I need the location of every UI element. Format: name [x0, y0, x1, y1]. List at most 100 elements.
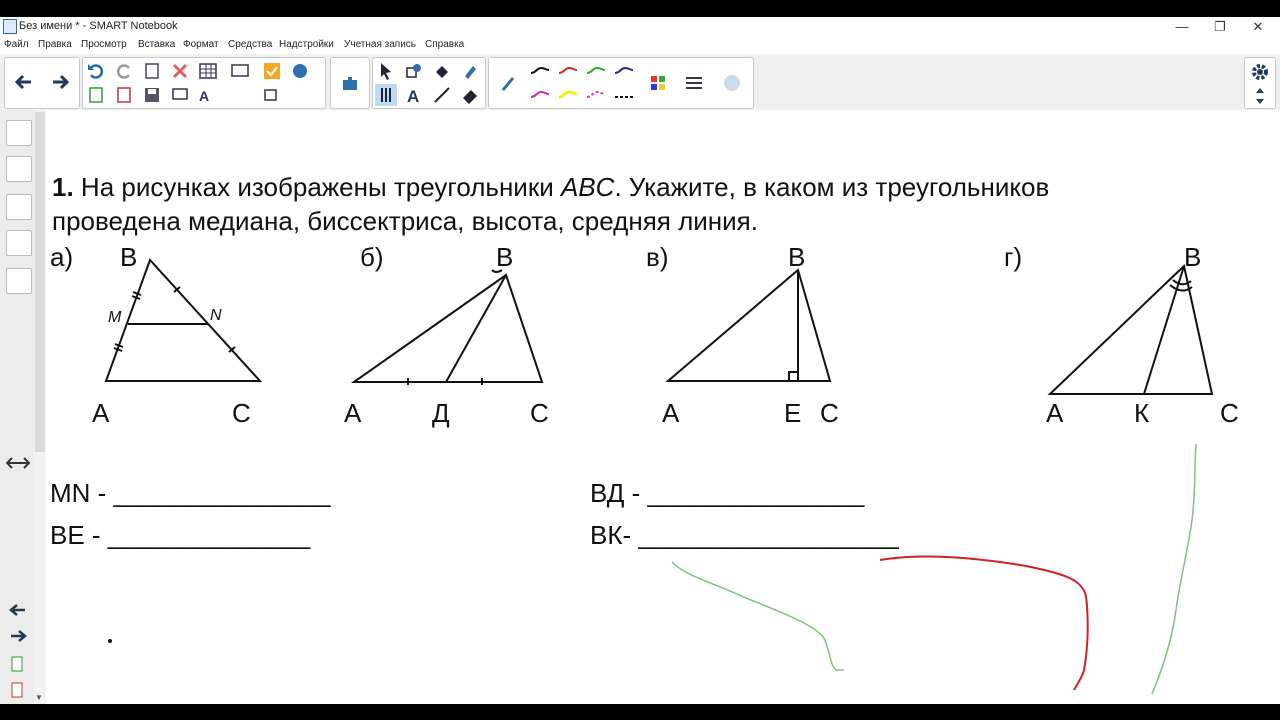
fill-icon[interactable] [431, 60, 453, 82]
figures-layer: а) В А С M N б) В А Д С в) В А Е С г) В … [50, 242, 1239, 695]
answer-bd: ВД - _______________ [590, 478, 865, 508]
fig-a-point-m: M [108, 309, 122, 326]
menu-edit[interactable]: Правка [38, 39, 72, 50]
fig-v-label: в) [646, 242, 668, 272]
restore-icon[interactable]: ❐ [1200, 18, 1240, 36]
select-group: A [372, 57, 486, 109]
eraser-icon[interactable] [459, 84, 481, 106]
fig-g-vertex-b: В [1184, 242, 1201, 272]
fig-b-vertex-c: С [530, 398, 549, 428]
menu-file[interactable]: Файл [4, 39, 29, 50]
delete-icon[interactable] [169, 60, 191, 82]
menu-account[interactable]: Учетная запись [344, 39, 416, 50]
resize-panel-icon[interactable] [6, 454, 30, 472]
line-style-icon[interactable] [683, 72, 705, 94]
text-icon[interactable]: A [403, 84, 425, 106]
remove-page-icon[interactable] [113, 84, 135, 106]
fig-v-vertex-e: Е [784, 398, 801, 428]
fig-a-vertex-b: В [120, 242, 137, 272]
title-bar: Без имени * - SMART Notebook — ❐ ✕ [0, 17, 1280, 37]
fig-g-vertex-a: А [1046, 398, 1064, 428]
insert-page-icon[interactable] [85, 84, 107, 106]
ink-dot [108, 639, 112, 643]
display-icon[interactable] [169, 84, 191, 106]
menu-bar: Файл Правка Просмотр Вставка Формат Сред… [0, 37, 1280, 54]
video-icon[interactable] [261, 84, 283, 106]
menu-tools[interactable]: Средства [228, 39, 272, 50]
pen-blue-icon[interactable] [613, 60, 635, 82]
settings-group [1244, 57, 1276, 109]
vertical-scrollbar[interactable]: ▲ ▼ [34, 110, 46, 704]
forward-arrow-icon[interactable] [49, 71, 71, 93]
pen-red-icon[interactable] [557, 60, 579, 82]
addons-group [330, 57, 370, 109]
select-icon[interactable] [375, 60, 397, 82]
pen-green-icon[interactable] [585, 60, 607, 82]
menu-addons[interactable]: Надстройки [279, 39, 334, 50]
fig-v-vertex-a: А [662, 398, 680, 428]
fig-v-vertex-c: С [820, 398, 839, 428]
notebook-app-icon [3, 19, 17, 34]
fig-a-point-n: N [210, 307, 222, 324]
fig-a-vertex-c: С [232, 398, 251, 428]
nav-group [4, 57, 80, 109]
addons-icon[interactable] [6, 268, 32, 294]
pen-style-group [488, 57, 754, 109]
pens-icon[interactable] [375, 84, 397, 106]
magic-pen-icon[interactable] [459, 60, 481, 82]
fig-b-label: б) [360, 242, 384, 272]
back-arrow-icon[interactable] [13, 71, 35, 93]
fig-g-vertex-k: К [1134, 398, 1149, 428]
menu-format[interactable]: Формат [183, 39, 219, 50]
fig-g-vertex-c: С [1220, 398, 1239, 428]
response-icon[interactable] [261, 60, 283, 82]
color-palette-icon[interactable] [647, 72, 669, 94]
fig-v-triangle [665, 268, 832, 382]
add-page-icon[interactable] [10, 656, 24, 672]
save-icon[interactable] [141, 84, 163, 106]
menu-view[interactable]: Просмотр [81, 39, 127, 50]
fig-a-vertex-a: А [92, 398, 110, 428]
new-page-icon[interactable] [141, 60, 163, 82]
table-icon[interactable] [197, 60, 219, 82]
puzzle-icon[interactable] [339, 72, 361, 94]
scroll-thumb[interactable] [35, 112, 45, 452]
transparency-icon[interactable] [721, 72, 743, 94]
attachments-icon[interactable] [6, 194, 32, 220]
prev-page-icon[interactable] [8, 602, 28, 618]
answer-be: ВЕ - ______________ [50, 520, 311, 550]
bottom-strip [0, 704, 1280, 720]
fig-g-triangle [1047, 264, 1214, 395]
shapes-icon[interactable] [403, 60, 425, 82]
redo-icon[interactable] [113, 60, 135, 82]
pen-yellow-icon[interactable] [557, 84, 579, 106]
fig-b-vertex-a: А [344, 398, 362, 428]
gallery-icon[interactable] [6, 156, 32, 182]
menu-insert[interactable]: Вставка [138, 39, 175, 50]
whiteboard-canvas[interactable]: 1. На рисунках изображены треугольники A… [46, 110, 1280, 704]
menu-help[interactable]: Справка [425, 39, 464, 50]
close-icon[interactable]: ✕ [1238, 18, 1278, 36]
side-panel [0, 110, 35, 704]
pen-icon[interactable] [497, 72, 519, 94]
line-icon[interactable] [431, 84, 453, 106]
fig-b-triangle [350, 269, 544, 385]
pen-pink-dashed-icon[interactable] [585, 84, 607, 106]
properties-icon[interactable] [6, 230, 32, 256]
handwriting-icon[interactable]: A [197, 84, 219, 106]
pen-black-icon[interactable] [529, 60, 551, 82]
delete-page-icon[interactable] [10, 682, 24, 698]
next-page-icon[interactable] [8, 628, 28, 644]
toolbar-position-icon[interactable] [1249, 85, 1271, 107]
fig-b-vertex-b: В [496, 242, 513, 272]
answer-bk: ВК- __________________ [590, 520, 899, 550]
screen-capture-icon[interactable] [229, 60, 251, 82]
pen-magenta-icon[interactable] [529, 84, 551, 106]
scroll-down-icon[interactable]: ▼ [35, 693, 43, 702]
undo-icon[interactable] [85, 60, 107, 82]
page-sorter-icon[interactable] [6, 120, 32, 146]
pen-black-dashed-icon[interactable] [613, 84, 635, 106]
lab-icon[interactable] [289, 60, 311, 82]
minimize-icon[interactable]: — [1162, 18, 1202, 36]
gear-icon[interactable] [1249, 61, 1271, 83]
